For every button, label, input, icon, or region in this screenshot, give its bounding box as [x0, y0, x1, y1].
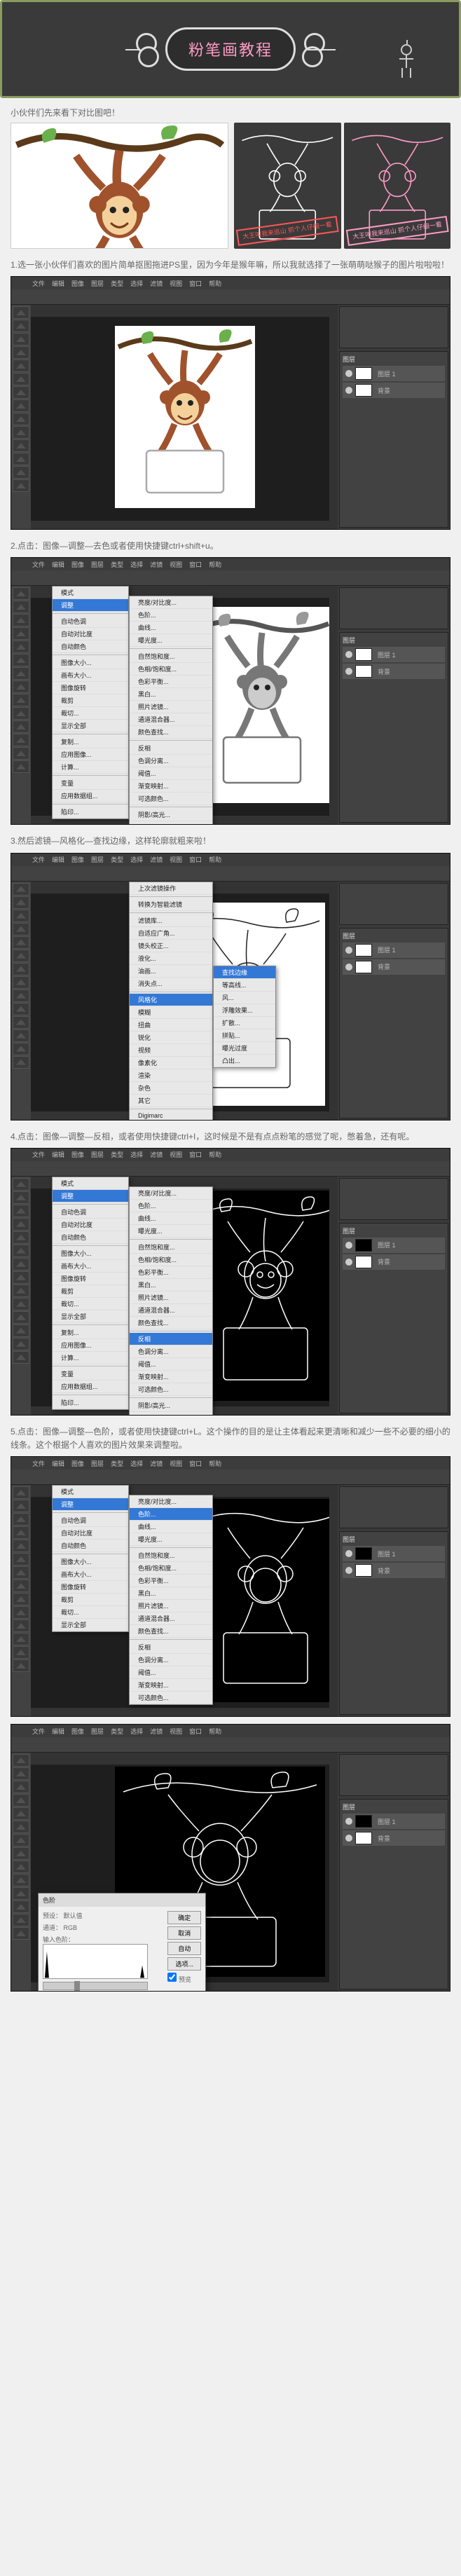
- layers-panel[interactable]: 图层 图层 1 背景: [339, 351, 448, 528]
- page-title: 粉笔画教程: [188, 38, 273, 60]
- ps-window-3: 文件编辑图像图层类型选择滤镜视图窗口帮助: [11, 853, 450, 1121]
- step3-text: 3.然后滤镜—风格化—查找边缘，这样轮廓就粗来啦！: [11, 835, 450, 848]
- step2-text: 2.点击：图像—调整—去色或者使用快捷键ctrl+shift+u。: [11, 540, 450, 553]
- ps-canvas-area[interactable]: 模式 调整 自动色调 自动对比度 自动颜色 图像大小... 画布大小... 图像…: [31, 586, 338, 824]
- ps-window-5a: 文件编辑图像图层类型选择滤镜视图窗口帮助: [11, 1456, 450, 1717]
- stylize-submenu[interactable]: 查找边缘 等高线... 风... 浮雕效果... 扩散... 拼贴... 曝光过…: [213, 966, 276, 1068]
- step4-text: 4.点击：图像—调整—反相，或者使用快捷键ctrl+I，这时候是不是有点点粉笔的…: [11, 1130, 450, 1144]
- ps-options-bar[interactable]: [11, 289, 450, 305]
- monkey-color-illustration: [11, 123, 228, 249]
- menu-window[interactable]: 窗口: [189, 279, 202, 288]
- ps-window-5b: 文件编辑图像图层类型选择滤镜视图窗口帮助: [11, 1724, 450, 1992]
- comparison-row: 大王叫我来巡山 抓个人仔细一看 大王叫我来巡山 抓个人仔细一看: [11, 123, 450, 249]
- menu-view[interactable]: 视图: [170, 279, 182, 288]
- color-panel[interactable]: [339, 306, 448, 348]
- ps-toolbox[interactable]: [11, 305, 31, 529]
- canvas-monkey-inverted: [192, 1191, 338, 1401]
- step-5: 5.点击：图像—调整—色阶，或者使用快捷键ctrl+L。这个操作的目的是让主体看…: [11, 1425, 450, 1992]
- histogram: [43, 1944, 148, 1979]
- canvas-monkey-gray: [192, 607, 332, 803]
- ps-window-1: 文件 编辑 图像 图层 类型 选择 滤镜 视图 窗口 帮助: [11, 276, 450, 530]
- adjustments-submenu[interactable]: 亮度/对比度... 色阶... 曲线... 曝光度... 自然饱和度... 色相…: [129, 596, 213, 824]
- menu-type[interactable]: 类型: [111, 279, 123, 288]
- layers-label: 图层: [343, 355, 445, 364]
- visibility-icon[interactable]: [345, 370, 352, 377]
- adjustments-submenu[interactable]: 亮度/对比度... 色阶... 曲线... 曝光度... 自然饱和度... 色相…: [129, 1495, 213, 1705]
- options-button[interactable]: 选项...: [167, 1957, 201, 1971]
- menu-image[interactable]: 图像: [71, 279, 84, 288]
- visibility-icon[interactable]: [345, 387, 352, 394]
- stick-figure-doodle: [396, 44, 417, 86]
- canvas-monkey-inverted: [192, 1499, 338, 1702]
- canvas-monkey-color: [115, 326, 255, 508]
- ps-toolbox[interactable]: [11, 586, 31, 824]
- input-levels-slider[interactable]: [43, 1982, 148, 1990]
- chalk-result-white: 大王叫我来巡山 抓个人仔细一看: [234, 123, 341, 249]
- intro-text: 小伙伴们先来看下对比图吧！: [11, 107, 450, 118]
- preview-checkbox[interactable]: 预览: [167, 1973, 201, 1984]
- chalk-result-pink: 大王叫我来巡山 抓个人仔细一看: [344, 123, 451, 249]
- menu-file[interactable]: 文件: [32, 279, 45, 288]
- ps-window-4: 文件编辑图像图层类型选择滤镜视图窗口帮助: [11, 1148, 450, 1416]
- menu-edit[interactable]: 编辑: [52, 279, 64, 288]
- original-image: [11, 123, 228, 249]
- step-2: 2.点击：图像—调整—去色或者使用快捷键ctrl+shift+u。 文件编辑图像…: [11, 540, 450, 825]
- scrollbar-vertical[interactable]: [329, 305, 338, 529]
- step-3: 3.然后滤镜—风格化—查找边缘，这样轮廓就粗来啦！ 文件编辑图像图层类型选择滤镜…: [11, 835, 450, 1120]
- step5-text: 5.点击：图像—调整—色阶，或者使用快捷键ctrl+L。这个操作的目的是让主体看…: [11, 1425, 450, 1452]
- move-tool-icon[interactable]: [13, 306, 29, 319]
- image-menu-popup[interactable]: 模式 调整 自动色调 自动对比度 自动颜色 图像大小... 画布大小... 图像…: [52, 1485, 129, 1632]
- menu-help[interactable]: 帮助: [209, 279, 221, 288]
- menu-layer[interactable]: 图层: [91, 279, 104, 288]
- ok-button[interactable]: 确定: [167, 1911, 201, 1924]
- menu-select[interactable]: 选择: [130, 279, 143, 288]
- scrollbar-horizontal[interactable]: [31, 521, 329, 529]
- layer-row[interactable]: 背景: [343, 383, 445, 398]
- cancel-button[interactable]: 取消: [167, 1926, 201, 1940]
- ps-canvas-area[interactable]: [31, 305, 338, 529]
- filter-menu-popup[interactable]: 上次滤镜操作 转换为智能滤镜 滤镜库... 自适应广角... 镜头校正... 液…: [129, 882, 213, 1120]
- ps-menubar[interactable]: 文件编辑图像图层类型选择滤镜视图窗口帮助: [11, 558, 450, 570]
- step-1: 1.选一张小伙伴们喜欢的图片简单抠图拖进PS里，因为今年是猴年嘛，所以我就选择了…: [11, 259, 450, 530]
- image-menu-popup[interactable]: 模式 调整 自动色调 自动对比度 自动颜色 图像大小... 画布大小... 图像…: [52, 586, 129, 819]
- layer-row[interactable]: 图层 1: [343, 366, 445, 381]
- menu-filter[interactable]: 滤镜: [150, 279, 163, 288]
- levels-dialog[interactable]: 色阶 确定 取消 自动 选项... 预览 预设： 默认值 通道： RGB 输入色…: [38, 1893, 206, 1991]
- tutorial-header: 粉笔画教程: [0, 0, 461, 98]
- auto-button[interactable]: 自动: [167, 1942, 201, 1955]
- step1-text: 1.选一张小伙伴们喜欢的图片简单抠图拖进PS里，因为今年是猴年嘛，所以我就选择了…: [11, 259, 450, 272]
- step-4: 4.点击：图像—调整—反相，或者使用快捷键ctrl+I，这时候是不是有点点粉笔的…: [11, 1130, 450, 1416]
- ps-menubar[interactable]: 文件 编辑 图像 图层 类型 选择 滤镜 视图 窗口 帮助: [11, 277, 450, 289]
- adjustments-submenu[interactable]: 亮度/对比度... 色阶... 曲线... 曝光度... 自然饱和度... 色相…: [129, 1186, 213, 1415]
- image-menu-popup[interactable]: 模式 调整 自动色调 自动对比度 自动颜色 图像大小... 画布大小... 图像…: [52, 1177, 129, 1410]
- ps-window-2: 文件编辑图像图层类型选择滤镜视图窗口帮助: [11, 557, 450, 825]
- title-cloud: 粉笔画教程: [165, 27, 296, 71]
- ps-panels[interactable]: 图层 图层 1 背景: [338, 305, 450, 529]
- dialog-title: 色阶: [39, 1893, 205, 1907]
